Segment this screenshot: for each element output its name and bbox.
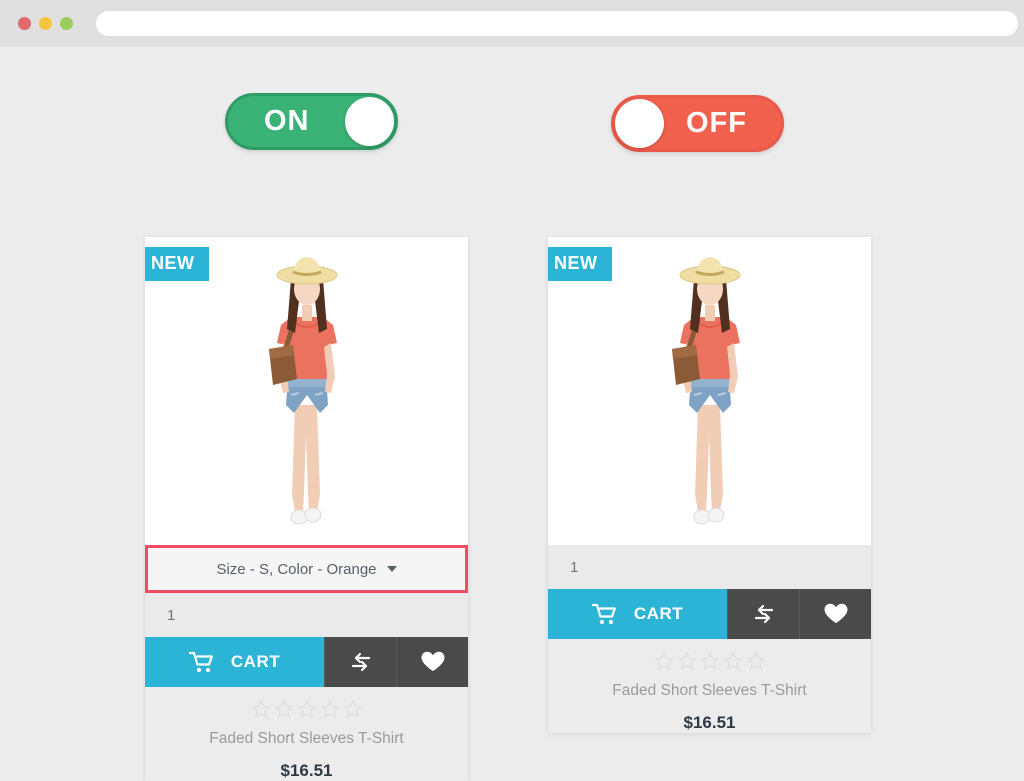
add-to-cart-label: CART <box>633 604 684 623</box>
heart-icon <box>824 603 847 623</box>
rating-stars[interactable] <box>548 651 871 671</box>
toggle-off-label: OFF <box>686 107 747 139</box>
product-attribute-select[interactable]: Size - S, Color - Orange <box>145 545 468 593</box>
product-photo-model <box>609 245 810 541</box>
product-card-right: NEW 1 CART Faded Short Sleeves T-Shirt $… <box>548 237 871 733</box>
toggle-on-label: ON <box>264 105 310 137</box>
star-icon <box>343 699 362 718</box>
wishlist-button[interactable] <box>396 637 468 687</box>
toggle-switch-off[interactable]: OFF <box>611 95 784 152</box>
toggle-off-knob[interactable] <box>615 99 664 148</box>
toggle-switch-on[interactable]: ON <box>225 93 398 150</box>
new-badge: NEW <box>145 247 209 281</box>
product-title[interactable]: Faded Short Sleeves T-Shirt <box>548 682 871 700</box>
shopping-cart-icon <box>591 603 616 625</box>
product-card-left: NEW Size - S, Color - Orange 1 CART Fade… <box>145 237 468 781</box>
chevron-down-icon <box>386 566 397 572</box>
toggle-on-knob[interactable] <box>345 97 394 146</box>
product-price: $16.51 <box>280 761 333 780</box>
wishlist-button[interactable] <box>799 589 871 639</box>
compare-arrows-icon <box>754 604 773 624</box>
star-icon <box>320 699 339 718</box>
compare-button[interactable] <box>727 589 799 639</box>
quantity-input[interactable] <box>548 545 871 589</box>
compare-button[interactable] <box>324 637 396 687</box>
add-to-cart-button[interactable]: CART <box>145 637 324 687</box>
star-icon <box>700 651 719 670</box>
shopping-cart-icon <box>188 651 213 673</box>
heart-icon <box>421 651 444 671</box>
product-image-left[interactable]: NEW <box>145 237 468 545</box>
minimize-window-button[interactable] <box>39 17 52 30</box>
rating-stars[interactable] <box>145 699 468 719</box>
maximize-window-button[interactable] <box>60 17 73 30</box>
compare-arrows-icon <box>351 652 370 672</box>
product-image-right[interactable]: NEW <box>548 237 871 545</box>
star-icon <box>274 699 293 718</box>
product-action-row: CART <box>145 637 468 687</box>
page-body: ON OFF NEW Size - S, Color - Orange 1 CA… <box>0 47 1024 781</box>
star-icon <box>654 651 673 670</box>
address-bar-input[interactable] <box>96 11 1018 36</box>
product-photo-model <box>206 245 407 541</box>
new-badge: NEW <box>548 247 612 281</box>
product-title[interactable]: Faded Short Sleeves T-Shirt <box>145 730 468 748</box>
close-window-button[interactable] <box>18 17 31 30</box>
add-to-cart-label: CART <box>230 652 281 671</box>
product-price: $16.51 <box>683 713 736 732</box>
star-icon <box>677 651 696 670</box>
quantity-input[interactable] <box>145 593 468 637</box>
star-icon <box>723 651 742 670</box>
product-info-left: Faded Short Sleeves T-Shirt $16.51 <box>145 687 468 781</box>
star-icon <box>297 699 316 718</box>
product-info-right: Faded Short Sleeves T-Shirt $16.51 <box>548 639 871 733</box>
add-to-cart-button[interactable]: CART <box>548 589 727 639</box>
star-icon <box>251 699 270 718</box>
traffic-lights <box>18 17 73 30</box>
browser-chrome <box>0 0 1024 47</box>
product-attribute-label: Size - S, Color - Orange <box>216 560 377 578</box>
product-action-row: CART <box>548 589 871 639</box>
star-icon <box>746 651 765 670</box>
